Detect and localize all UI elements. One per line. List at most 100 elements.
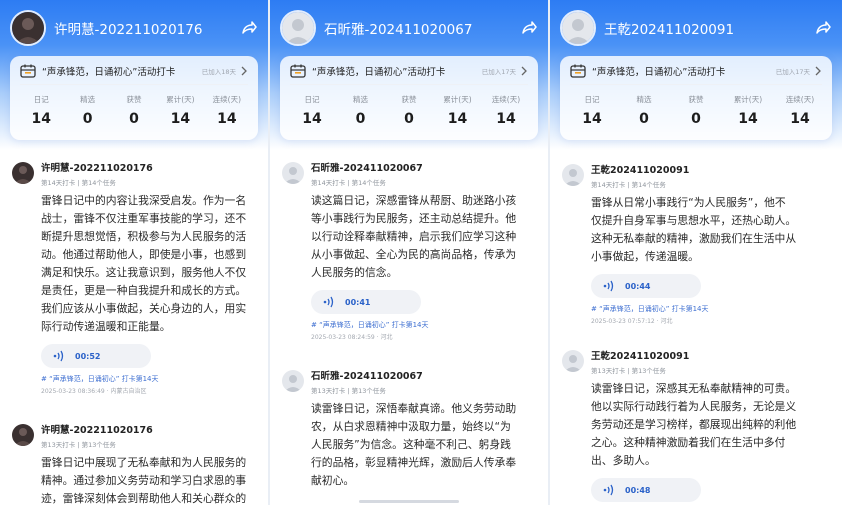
stat-streak-days[interactable]: 连续(天) 14 — [204, 94, 250, 127]
text-line: 读雷锋日记，深悟奉献真谛。他义务劳动助 — [311, 402, 517, 415]
voice-player[interactable]: 00:48 — [591, 478, 701, 502]
voice-player[interactable]: 00:41 — [311, 290, 421, 314]
card-divider — [570, 84, 822, 85]
post-author: 石昕雅-202411020067 — [311, 371, 423, 382]
activity-title: “声承锋范，日诵初心”活动打卡 — [42, 67, 176, 78]
stat-diary[interactable]: 日记 14 — [568, 94, 616, 127]
user-avatar[interactable] — [280, 10, 316, 46]
text-line: 以行动诠释奉献精神，启示我们应学习这种 — [311, 230, 517, 243]
stat-likes[interactable]: 获赞 0 — [111, 94, 157, 127]
voice-duration: 00:52 — [75, 351, 101, 361]
text-line: 行的品格，彰显精神光辉，激励后人传承奉 — [311, 456, 517, 469]
diary-post[interactable]: 许明慧-202211020176 第13天打卡 | 第13个任务 雷锋日记中展现了… — [12, 422, 258, 505]
home-indicator — [359, 500, 459, 503]
activity-row[interactable]: “声承锋范，日诵初心”活动打卡 已加入18天 — [20, 61, 248, 81]
voice-duration: 00:44 — [625, 281, 651, 291]
activity-card[interactable]: “声承锋范，日诵初心”活动打卡 已加入18天 日记 14 精选 0 获赞 0 累计(天… — [10, 56, 258, 140]
diary-post[interactable]: 石昕雅-202411020067 第13天打卡 | 第13个任务 读雷锋日记，深悟… — [282, 368, 538, 490]
share-icon[interactable] — [814, 19, 832, 37]
stat-total-days[interactable]: 累计(天) 14 — [434, 94, 482, 127]
post-author: 王乾202411020091 — [591, 351, 690, 362]
post-avatar[interactable] — [282, 370, 304, 392]
stat-value: 14 — [31, 111, 51, 127]
post-avatar[interactable] — [282, 162, 304, 184]
activity-card[interactable]: “声承锋范，日诵初心”活动打卡 已加入17天 日记 14 精选 0 获赞 0 累计(天… — [560, 56, 832, 140]
user-name: 许明慧-202211020176 — [54, 22, 203, 38]
stat-value: 14 — [217, 111, 237, 127]
activity-card[interactable]: “声承锋范，日诵初心”活动打卡 已加入17天 日记 14 精选 0 获赞 0 累计(天… — [280, 56, 538, 140]
text-line: 我们应该从小事做起，关心身边的人，用实 — [41, 302, 247, 315]
chevron-right-icon[interactable] — [240, 66, 248, 76]
share-icon[interactable] — [240, 19, 258, 37]
diary-post[interactable]: 许明慧-202211020176 第14天打卡 | 第14个任务 雷锋日记中的内容… — [12, 160, 258, 395]
stat-diary[interactable]: 日记 14 — [18, 94, 64, 127]
user-avatar[interactable] — [10, 10, 46, 46]
stat-label: 日记 — [304, 95, 320, 104]
stat-value: 0 — [82, 111, 93, 127]
stats-row: 日记 14 精选 0 获赞 0 累计(天) 14 连续(天) 14 — [568, 94, 824, 127]
user-avatar[interactable] — [560, 10, 596, 46]
stat-featured[interactable]: 精选 0 — [337, 94, 385, 127]
post-progress: 第13天打卡 | 第13个任务 — [41, 441, 116, 449]
calendar-icon — [20, 64, 36, 78]
stat-label: 日记 — [33, 95, 49, 104]
post-text: 读雷锋日记，深感其无私奉献精神的可贵。 他以实际行动践行着为人民服务，无论是义 … — [591, 380, 832, 470]
stat-total-days[interactable]: 累计(天) 14 — [157, 94, 203, 127]
sound-wave-icon — [323, 296, 334, 308]
stats-row: 日记 14 精选 0 获赞 0 累计(天) 14 连续(天) 14 — [18, 94, 250, 127]
stat-label: 累计(天) — [733, 95, 763, 104]
stat-total-days[interactable]: 累计(天) 14 — [724, 94, 772, 127]
text-line: 际行动传递温暖和正能量。 — [41, 320, 171, 333]
text-line: 出、多助人。 — [591, 454, 656, 467]
stat-label: 日记 — [584, 95, 600, 104]
diary-post[interactable]: 王乾202411020091 第13天打卡 | 第13个任务 读雷锋日记，深感其无… — [562, 348, 832, 502]
post-avatar[interactable] — [12, 162, 34, 184]
post-progress: 第13天打卡 | 第13个任务 — [591, 367, 666, 375]
text-line: 人民服务的信念。 — [311, 266, 398, 279]
post-author: 石昕雅-202411020067 — [311, 163, 423, 174]
user-name: 石昕雅-202411020067 — [324, 22, 473, 38]
text-line: 献初心。 — [311, 474, 355, 487]
stat-label: 获赞 — [401, 95, 417, 104]
text-line: 精神。通过参加义务劳动和学习白求恩的事 — [41, 474, 247, 487]
topic-tag[interactable]: # “声承锋范，日诵初心” 打卡第14天 — [41, 374, 258, 384]
calendar-icon — [570, 64, 586, 78]
text-line: 人民服务”为信念。这种毫不利己、躬身践 — [311, 438, 511, 451]
text-line: 满足和快乐。这让我意识到，服务他人不仅 — [41, 266, 247, 279]
text-line: 农，从白求恩精神中汲取力量，始终以“为 — [311, 420, 511, 433]
post-avatar[interactable] — [12, 424, 34, 446]
text-line: 仅提升自身军事与思想水平，还热心助人。 — [591, 214, 797, 227]
user-diary-panel: 王乾202411020091 “声承锋范，日诵初心”活动打卡 已加入17天 日记… — [550, 0, 842, 505]
stat-value: 14 — [447, 111, 468, 127]
chevron-right-icon[interactable] — [520, 66, 528, 76]
activity-row[interactable]: “声承锋范，日诵初心”活动打卡 已加入17天 — [570, 61, 822, 81]
stat-label: 精选 — [80, 95, 96, 104]
voice-player[interactable]: 00:44 — [591, 274, 701, 298]
stat-likes[interactable]: 获赞 0 — [385, 94, 433, 127]
sound-wave-icon — [53, 350, 64, 362]
topic-tag[interactable]: # “声承锋范，日诵初心” 打卡第14天 — [591, 304, 832, 314]
voice-player[interactable]: 00:52 — [41, 344, 151, 368]
stat-streak-days[interactable]: 连续(天) 14 — [482, 94, 530, 127]
post-avatar[interactable] — [562, 164, 584, 186]
stat-likes[interactable]: 获赞 0 — [672, 94, 720, 127]
stat-diary[interactable]: 日记 14 — [288, 94, 336, 127]
user-diary-panel: 石昕雅-202411020067 “声承锋范，日诵初心”活动打卡 已加入17天 … — [270, 0, 548, 505]
post-avatar[interactable] — [562, 350, 584, 372]
stat-featured[interactable]: 精选 0 — [620, 94, 668, 127]
diary-post[interactable]: 王乾202411020091 第14天打卡 | 第14个任务 雷锋从日常小事践行“… — [562, 162, 832, 325]
stat-featured[interactable]: 精选 0 — [64, 94, 110, 127]
stat-value: 0 — [129, 111, 139, 127]
activity-row[interactable]: “声承锋范，日诵初心”活动打卡 已加入17天 — [290, 61, 528, 81]
diary-feed: 王乾202411020091 第14天打卡 | 第14个任务 雷锋从日常小事践行“… — [550, 150, 842, 505]
text-line: 小事做起，传递温暖。 — [591, 250, 699, 263]
stat-value: 14 — [170, 111, 191, 127]
stat-streak-days[interactable]: 连续(天) 14 — [776, 94, 824, 127]
stat-value: 0 — [639, 111, 649, 127]
chevron-right-icon[interactable] — [814, 66, 822, 76]
top-bar: 许明慧-202211020176 — [10, 10, 258, 46]
post-author: 许明慧-202211020176 — [41, 163, 153, 174]
diary-post[interactable]: 石昕雅-202411020067 第14天打卡 | 第14个任务 读这篇日记，深感… — [282, 160, 538, 341]
share-icon[interactable] — [520, 19, 538, 37]
topic-tag[interactable]: # “声承锋范，日诵初心” 打卡第14天 — [311, 320, 538, 330]
